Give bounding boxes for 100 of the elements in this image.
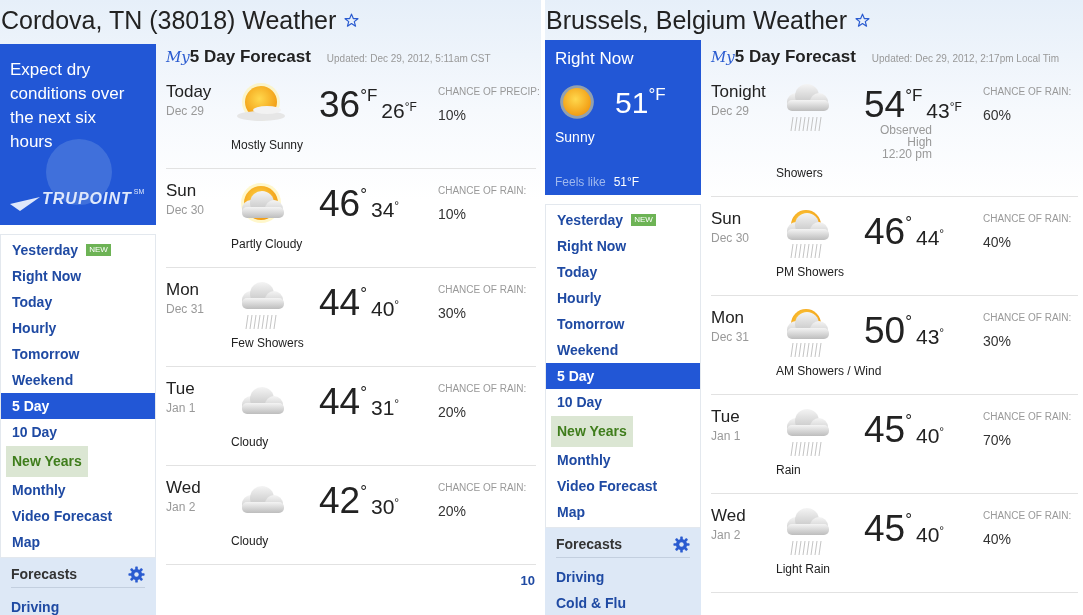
nav-link[interactable]: Cold & Flu [556, 590, 690, 615]
nav-link[interactable]: Tomorrow [12, 343, 80, 365]
updated-time: Updated: Dec 29, 2012, 2:17pm Local Tim [871, 52, 1060, 66]
chance-value: 60% [983, 106, 1013, 125]
temperature-unit: ° [905, 213, 912, 233]
condition-text: Cloudy [231, 434, 269, 451]
day-date: Jan 2 [166, 499, 197, 516]
feels-like-value: 51°F [613, 173, 640, 191]
observed-high-note: Observed High 12:20 pm [878, 124, 932, 160]
day-name: Sun [166, 181, 198, 201]
day-name: Mon [166, 280, 201, 300]
nav-link[interactable]: Right Now [12, 265, 82, 287]
nav-link[interactable]: Video Forecast [557, 475, 658, 497]
section-heading: Forecasts [556, 535, 623, 554]
chance-value: 20% [438, 403, 468, 422]
nav-link[interactable]: Monthly [557, 449, 611, 471]
nav-link[interactable]: 10 Day [557, 391, 603, 413]
condition-text: Few Showers [231, 335, 304, 352]
high-temperature: 44 [319, 284, 361, 322]
high-temperature: 45 [864, 510, 906, 548]
nav-link[interactable]: Right Now [557, 235, 627, 257]
temperature-unit: ° [939, 425, 945, 439]
condition-text: PM Showers [776, 264, 845, 281]
temperature-unit: °F [949, 100, 962, 114]
day-date: Jan 2 [711, 527, 742, 544]
nav-link[interactable]: Hourly [557, 287, 602, 309]
low-temperature: 26 [381, 99, 405, 123]
chance-value: 70% [983, 431, 1013, 450]
day-date: Dec 31 [711, 329, 751, 346]
nav-link[interactable]: Hourly [12, 317, 57, 339]
nav-link[interactable]: Map [12, 531, 40, 553]
day-name: Sun [711, 209, 743, 229]
temperature-unit: °F [360, 86, 378, 106]
nav-link[interactable]: Today [12, 291, 53, 313]
nav-link[interactable]: Yesterday [557, 209, 624, 231]
brand-mark: My [711, 47, 735, 68]
nav-link[interactable]: Weekend [557, 339, 619, 361]
low-temperature: 44 [915, 226, 940, 250]
condition-text: AM Showers / Wind [776, 363, 882, 380]
alert-text: Expect dry conditions over the next six hours [10, 59, 126, 153]
panel-heading: Right Now [555, 48, 635, 70]
temperature-unit: ° [394, 199, 400, 213]
nav-link[interactable]: Today [557, 261, 598, 283]
nav-link[interactable]: 5 Day [557, 365, 595, 387]
temperature-unit: ° [394, 397, 400, 411]
nav-link[interactable]: Map [557, 501, 585, 523]
nav-link[interactable]: Monthly [12, 479, 66, 501]
day-date: Jan 1 [711, 428, 742, 445]
chance-label: CHANCE OF RAIN: [438, 283, 528, 297]
temperature-unit: ° [905, 411, 912, 431]
favorite-star-icon[interactable] [344, 12, 360, 28]
day-date: Jan 1 [166, 400, 197, 417]
nav-link[interactable]: New Years [6, 445, 88, 477]
temperature-unit: °F [404, 100, 417, 114]
brand-mark: My [166, 47, 190, 68]
nav-link[interactable]: New Years [551, 415, 633, 447]
temperature-unit: ° [360, 482, 367, 502]
temperature-unit: ° [394, 298, 400, 312]
chance-label: CHANCE OF RAIN: [983, 311, 1073, 325]
temperature-unit: ° [360, 185, 367, 205]
high-temperature: 36 [319, 86, 361, 124]
arrow-icon [10, 195, 40, 211]
settings-icon[interactable] [128, 566, 145, 583]
nav-link[interactable]: 10 Day [12, 421, 58, 443]
temperature-unit: ° [939, 227, 945, 241]
updated-time: Updated: Dec 29, 2012, 5:11am CST [326, 52, 491, 66]
chance-value: 10% [438, 106, 468, 125]
chance-label: CHANCE OF PRECIP: [438, 85, 540, 99]
chance-label: CHANCE OF RAIN: [983, 509, 1073, 523]
high-temperature: 46 [864, 213, 906, 251]
chance-label: CHANCE OF RAIN: [438, 382, 528, 396]
nav-link[interactable]: 5 Day [12, 395, 50, 417]
favorite-star-icon[interactable] [855, 12, 871, 28]
nav-link[interactable]: Weekend [12, 369, 74, 391]
nav-link[interactable]: Driving [11, 594, 145, 615]
section-heading: Forecasts [11, 565, 78, 584]
chance-value: 10% [438, 205, 468, 224]
nav-link[interactable]: Yesterday [12, 239, 79, 261]
settings-icon[interactable] [673, 536, 690, 553]
day-date: Dec 30 [166, 202, 206, 219]
low-temperature: 31 [370, 396, 395, 420]
condition-text: Light Rain [776, 561, 831, 578]
temperature-unit: °F [905, 86, 923, 106]
chance-label: CHANCE OF RAIN: [983, 212, 1073, 226]
forecast-title: 5 Day Forecast [189, 46, 311, 68]
temperature-unit: ° [394, 496, 400, 510]
nav-link[interactable]: Video Forecast [12, 505, 113, 527]
nav-link[interactable]: Tomorrow [557, 313, 625, 335]
day-name: Wed [711, 506, 747, 526]
day-date: Dec 30 [711, 230, 751, 247]
low-temperature: 43 [926, 99, 950, 123]
more-link[interactable]: 10 [520, 571, 535, 591]
temperature-unit: ° [939, 326, 945, 340]
day-name: Wed [166, 478, 202, 498]
nav-link[interactable]: Driving [556, 564, 690, 590]
low-temperature: 40 [915, 523, 940, 547]
chance-value: 40% [983, 233, 1013, 252]
day-name: Today [166, 82, 213, 102]
low-temperature: 30 [370, 495, 395, 519]
forecast-title: 5 Day Forecast [734, 46, 856, 68]
